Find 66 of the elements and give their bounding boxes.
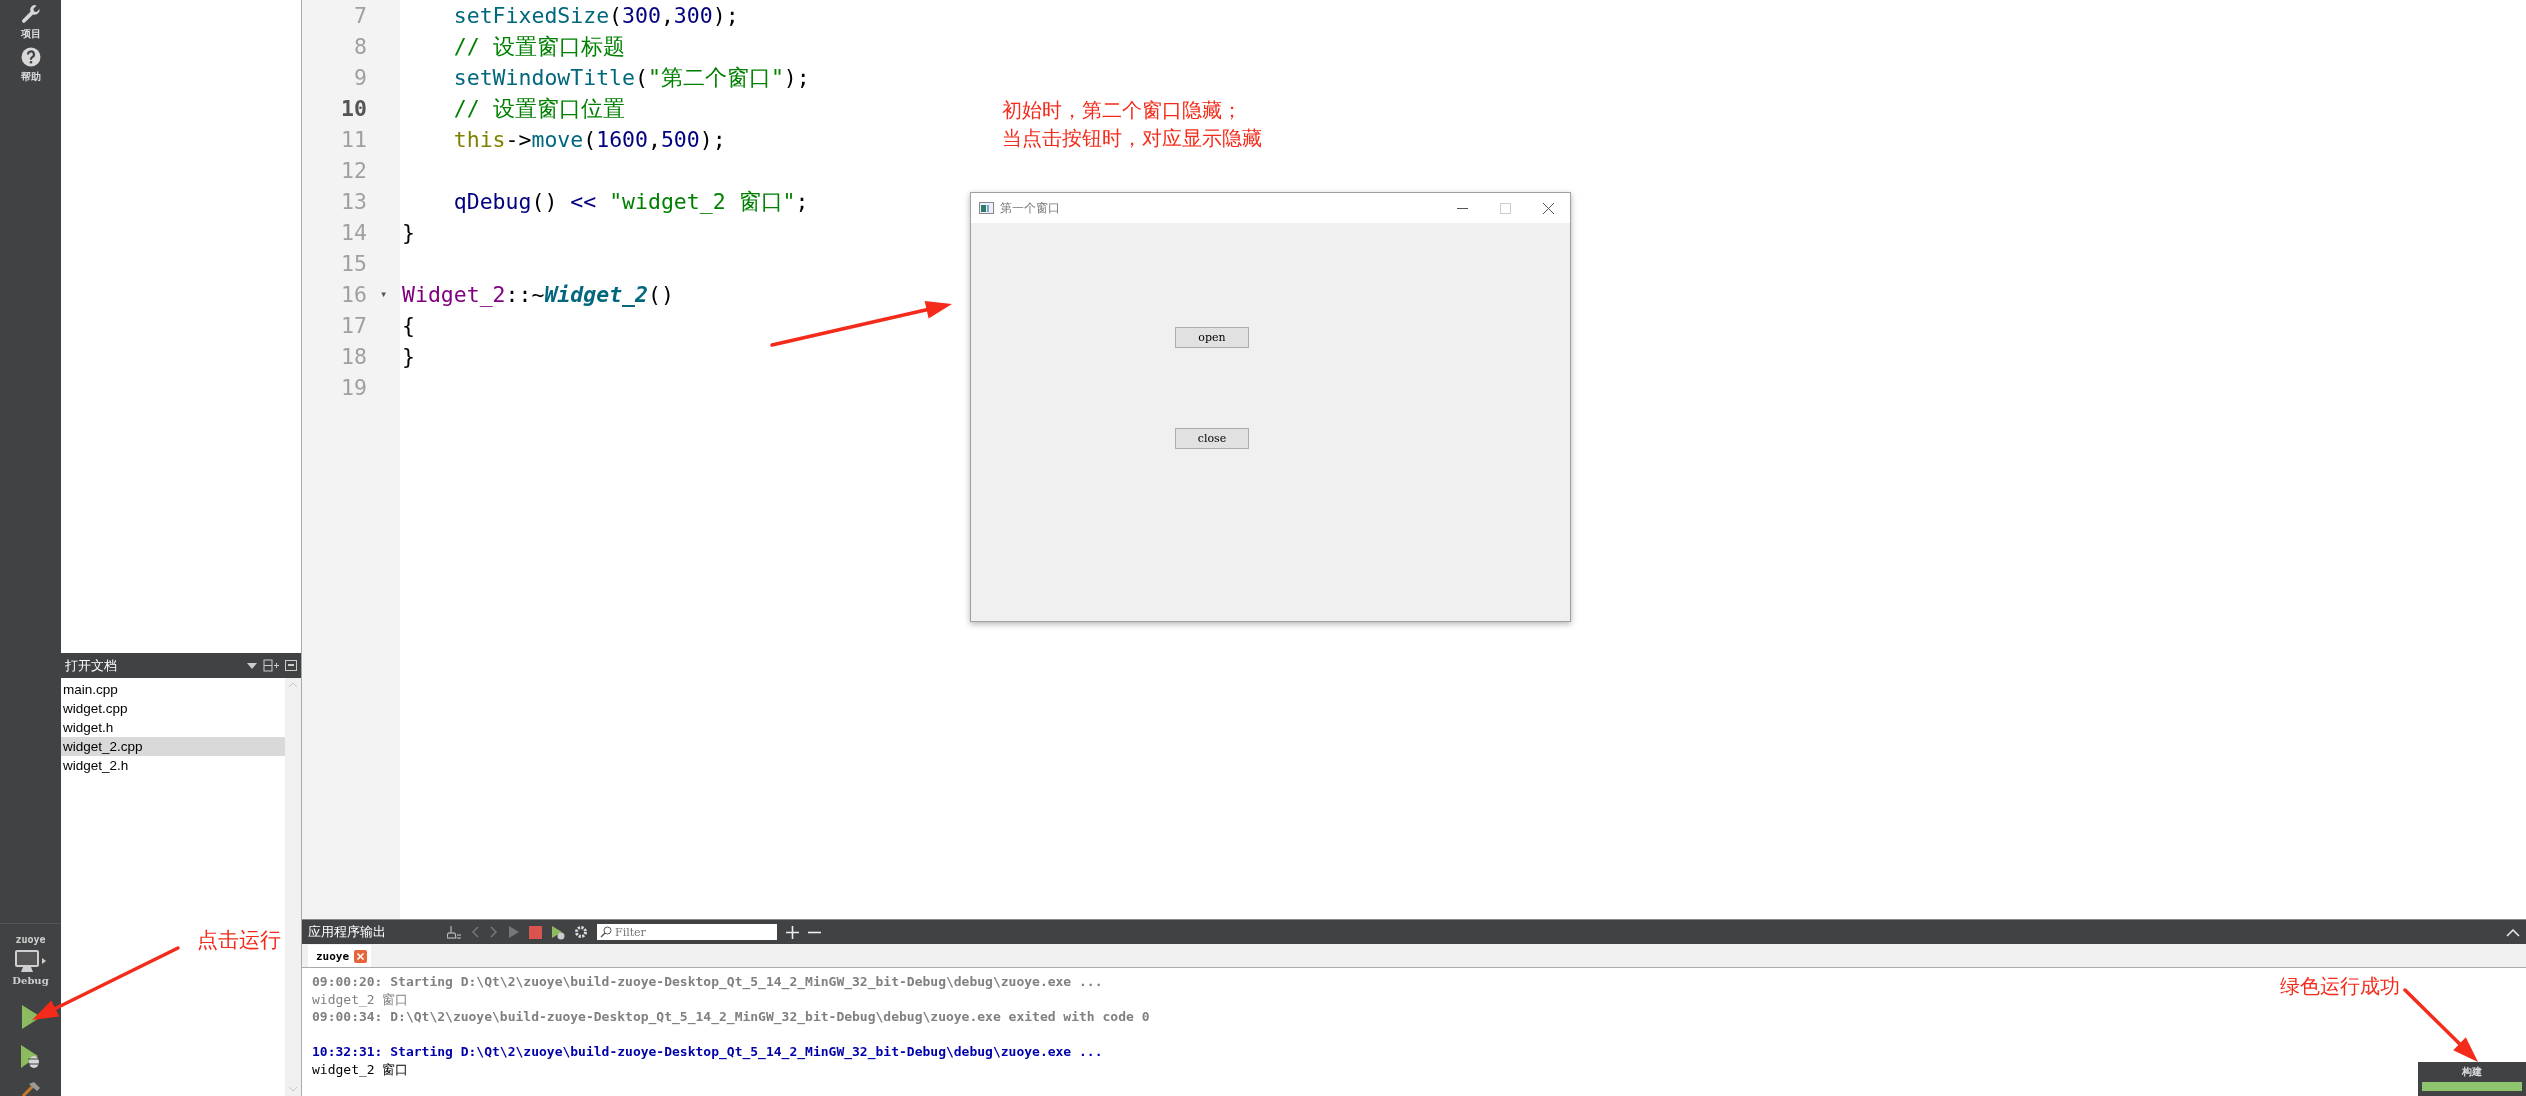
pane-title: 应用程序输出 <box>308 923 387 941</box>
annotation-text: 初始时，第二个窗口隐藏； <box>1002 98 1242 122</box>
annotation-text: 绿色运行成功 <box>2280 974 2400 998</box>
annotation-text: 点击运行 <box>197 928 281 954</box>
line-number: 13 <box>341 188 367 216</box>
code-line: } <box>402 344 415 369</box>
line-number: 11 <box>341 126 367 154</box>
document-item[interactable]: widget.cpp <box>61 699 285 718</box>
document-item[interactable]: widget.h <box>61 718 285 737</box>
build-label: 构建 <box>2462 1065 2482 1079</box>
output-line: 10:32:31: Starting D:\Qt\2\zuoye\build-zuoye-Desktop_Qt_5_14_2_MinGW_32_bit-Debug\debug\zuoye.exe ... <box>312 1043 1103 1061</box>
code-line: // 设置窗口位置 <box>452 96 625 121</box>
close-pane-icon[interactable] <box>285 660 297 671</box>
project-label: zuoye <box>15 934 46 945</box>
line-number: 9 <box>354 64 367 92</box>
line-number: 15 <box>341 250 367 278</box>
fold-marker[interactable]: ▾ <box>379 287 388 301</box>
mode-button[interactable]: 帮助 <box>0 43 61 86</box>
output-line: 09:00:20: Starting D:\Qt\2\zuoye\build-zuoye-Desktop_Qt_5_14_2_MinGW_32_bit-Debug\debug\zuoye.exe ... <box>312 973 1103 991</box>
code-line: // 设置窗口标题 <box>452 34 625 59</box>
output-tab[interactable]: zuoye <box>308 945 372 967</box>
clear-icon[interactable] <box>447 925 461 939</box>
code-line: qDebug() << "widget_2 窗口"; <box>452 189 809 214</box>
settings-icon[interactable] <box>574 925 588 939</box>
code-line: { <box>402 313 415 338</box>
monitor-icon <box>13 949 48 975</box>
document-item[interactable]: widget_2.h <box>61 756 285 775</box>
mode-button[interactable]: 项目 <box>0 0 61 43</box>
window-title: 第一个窗口 <box>1000 199 1061 217</box>
dialog-button[interactable]: open <box>1175 327 1249 348</box>
dialog-button[interactable]: close <box>1175 428 1249 449</box>
dropdown-icon[interactable] <box>247 662 257 669</box>
line-number: 17 <box>341 312 367 340</box>
line-number: 8 <box>354 33 367 61</box>
filter-field[interactable]: Filter <box>597 924 777 940</box>
split-icon[interactable] <box>263 659 279 672</box>
line-number: 10 <box>341 95 367 123</box>
close-icon[interactable] <box>1543 202 1554 214</box>
document-item[interactable]: main.cpp <box>61 680 285 699</box>
annotation-text: 当点击按钮时，对应显示隐藏 <box>1002 126 1262 150</box>
code-line: this->move(1600,500); <box>452 127 726 152</box>
window-icon <box>979 202 994 214</box>
panel-title: 打开文档 <box>65 656 118 675</box>
line-number: 12 <box>341 157 367 185</box>
close-icon[interactable] <box>354 949 368 963</box>
search-icon <box>600 926 612 938</box>
line-number: 16 <box>341 281 367 309</box>
debug-run-icon[interactable] <box>551 924 565 940</box>
output-line: 09:00:34: D:\Qt\2\zuoye\build-zuoye-Desktop_Qt_5_14_2_MinGW_32_bit-Debug\debug\zuoye.exe exited with code 0 <box>312 1008 1150 1026</box>
code-line: setFixedSize(300,300); <box>452 3 739 28</box>
collapse-icon[interactable] <box>2506 927 2520 937</box>
document-item[interactable]: widget_2.cpp <box>61 737 285 756</box>
line-number: 18 <box>341 343 367 371</box>
help-icon <box>20 47 41 67</box>
plus-icon[interactable] <box>786 925 799 939</box>
kit-selector[interactable]: Debug <box>12 949 49 986</box>
code-line: Widget_2::~Widget_2() <box>402 282 674 307</box>
code-line: setWindowTitle("第二个窗口"); <box>452 65 810 90</box>
line-number: 14 <box>341 219 367 247</box>
stop-icon[interactable] <box>529 925 542 939</box>
code-line: } <box>402 220 415 245</box>
line-number: 19 <box>341 374 367 402</box>
line-number: 7 <box>354 2 367 30</box>
wrench-icon <box>20 4 41 24</box>
output-line: widget_2 窗口 <box>312 1060 409 1078</box>
output-line: widget_2 窗口 <box>312 990 409 1008</box>
